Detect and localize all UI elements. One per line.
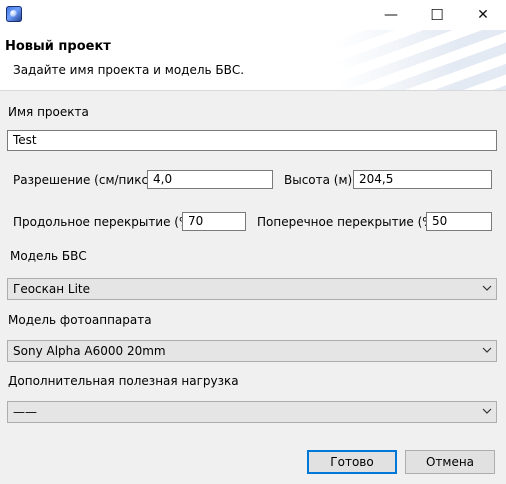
app-icon xyxy=(6,6,22,22)
dialog-header: Новый проект Задайте имя проекта и модел… xyxy=(0,30,506,91)
uav-model-select[interactable]: Геоскан Lite xyxy=(7,278,497,300)
side-overlap-input[interactable]: 50 xyxy=(426,212,492,231)
close-icon: ✕ xyxy=(477,7,489,23)
chevron-down-icon xyxy=(482,347,492,353)
payload-value: —— xyxy=(13,405,37,419)
chevron-down-icon xyxy=(482,285,492,291)
side-overlap-label: Поперечное перекрытие (%) xyxy=(257,215,439,229)
dialog-subtitle: Задайте имя проекта и модель БВС. xyxy=(13,63,245,77)
altitude-input[interactable]: 204,5 xyxy=(353,170,492,189)
header-decoration xyxy=(336,30,506,90)
altitude-label: Высота (м) xyxy=(284,173,353,187)
forward-overlap-label: Продольное перекрытие (%) xyxy=(13,215,196,229)
minimize-button[interactable]: — xyxy=(368,0,414,30)
close-button[interactable]: ✕ xyxy=(460,0,506,30)
minimize-icon: — xyxy=(384,7,398,23)
ok-button[interactable]: Готово xyxy=(307,450,397,474)
maximize-icon: ☐ xyxy=(430,6,444,24)
uav-model-value: Геоскан Lite xyxy=(13,282,91,296)
cancel-button[interactable]: Отмена xyxy=(405,450,495,474)
resolution-label: Разрешение (см/пикс) xyxy=(13,173,153,187)
camera-model-label: Модель фотоаппарата xyxy=(8,313,152,327)
camera-model-select[interactable]: Sony Alpha A6000 20mm xyxy=(7,340,497,362)
uav-model-label: Модель БВС xyxy=(10,249,87,263)
camera-model-value: Sony Alpha A6000 20mm xyxy=(13,344,166,358)
chevron-down-icon xyxy=(482,408,492,414)
title-bar: — ☐ ✕ xyxy=(0,0,506,30)
dialog-title: Новый проект xyxy=(5,39,111,54)
resolution-input[interactable]: 4,0 xyxy=(147,170,273,189)
maximize-button[interactable]: ☐ xyxy=(414,0,460,30)
project-name-input[interactable]: Test xyxy=(7,130,497,151)
project-name-label: Имя проекта xyxy=(8,105,89,119)
forward-overlap-input[interactable]: 70 xyxy=(182,212,246,231)
payload-select[interactable]: —— xyxy=(7,401,497,423)
payload-label: Дополнительная полезная нагрузка xyxy=(8,374,239,388)
